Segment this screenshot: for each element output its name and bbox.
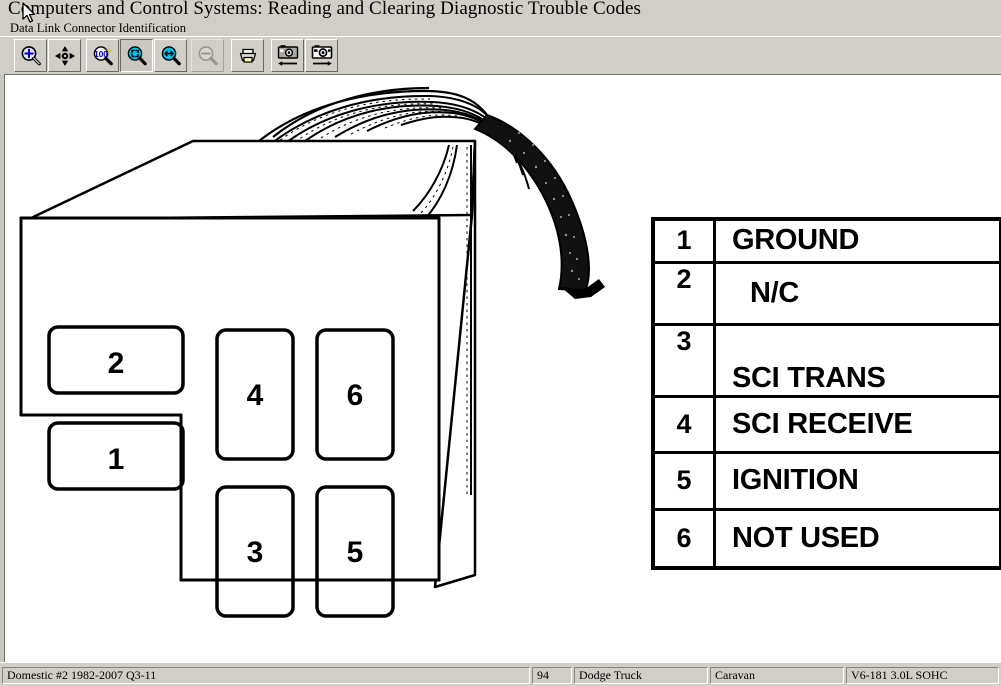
toolbar-group-navigate [14,39,81,73]
page-title: Computers and Control Systems: Reading a… [8,0,641,19]
pin-description: SCI TRANS [713,322,1001,398]
pin-number: 4 [651,394,716,454]
pin-description: N/C [713,260,1001,326]
document-viewport[interactable]: 2 1 4 6 3 5 1 GROUND 2 N/C 3 SCI TRANS 4… [4,74,1001,662]
zoom-out-icon [196,44,220,68]
svg-text:%: % [106,48,111,54]
table-row: 4 SCI RECEIVE [651,394,1001,454]
zoom-in-icon [19,44,43,68]
page-subtitle: Data Link Connector Identification [10,21,186,35]
fit-width-icon [159,44,183,68]
cavity-label-6: 6 [347,379,364,412]
pin-number: 6 [651,507,716,570]
status-bar: Domestic #2 1982-2007 Q3-11 94 Dodge Tru… [0,662,1001,686]
pin-description-table: 1 GROUND 2 N/C 3 SCI TRANS 4 SCI RECEIVE… [651,217,1001,570]
toolbar-group-zoom: 100 % [86,39,187,73]
previous-image-icon [275,43,301,69]
pin-number: 1 [651,217,716,264]
title-bar: Computers and Control Systems: Reading a… [0,0,1001,36]
print-button[interactable] [231,39,264,72]
table-row: 2 N/C [651,260,1001,326]
fit-page-button[interactable] [120,39,153,72]
toolbar-group-image-nav [271,39,338,73]
table-row: 5 IGNITION [651,450,1001,511]
table-row: 3 SCI TRANS [651,322,1001,398]
pan-button[interactable] [48,39,81,72]
pin-number: 2 [651,260,716,326]
zoom-out-button[interactable] [191,39,224,72]
cavity-label-2: 2 [108,347,125,380]
cavity-label-5: 5 [347,536,364,569]
toolbar-group-zoom-out [191,39,224,73]
status-year: 94 [532,667,572,684]
next-image-icon [309,43,335,69]
cavity-label-3: 3 [247,536,264,569]
toolbar-group-print [231,39,264,73]
zoom-100-icon: 100 % [91,44,115,68]
status-make: Dodge Truck [574,667,708,684]
fit-width-button[interactable] [154,39,187,72]
next-image-button[interactable] [305,39,338,72]
table-row: 6 NOT USED [651,507,1001,570]
status-engine: V6-181 3.0L SOHC [846,667,999,684]
status-catalog: Domestic #2 1982-2007 Q3-11 [2,667,530,684]
toolbar: 100 % [0,36,1001,74]
pin-number: 5 [651,450,716,511]
cavity-label-1: 1 [108,443,125,476]
status-model: Caravan [710,667,844,684]
zoom-in-button[interactable] [14,39,47,72]
pin-description: GROUND [713,217,1001,264]
fit-page-icon [125,44,149,68]
previous-image-button[interactable] [271,39,304,72]
pin-description: IGNITION [713,450,1001,511]
table-row: 1 GROUND [651,217,1001,264]
zoom-100-button[interactable]: 100 % [86,39,119,72]
pin-number: 3 [651,322,716,398]
pan-icon [53,44,77,68]
pin-description: SCI RECEIVE [713,394,1001,454]
pin-description: NOT USED [713,507,1001,570]
cavity-label-4: 4 [247,379,264,412]
print-icon [236,44,260,68]
